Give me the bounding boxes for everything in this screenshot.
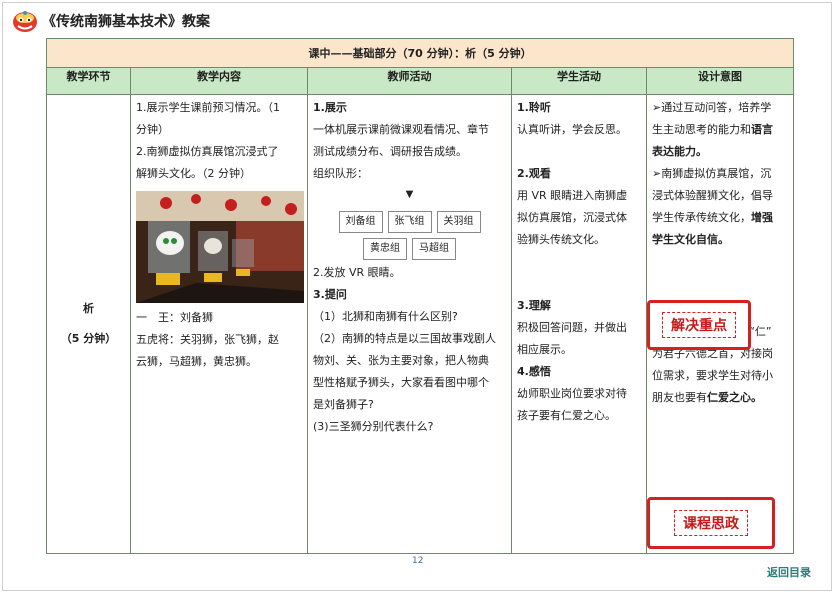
section-banner: 课中——基础部分（70 分钟）：析（5 分钟） [45,38,795,68]
stage-name: 析 [83,302,94,315]
teacher-text-1b: 测试成绩分布、调研报告成绩。 [313,145,467,158]
lion-exhibition-photo [136,191,304,303]
content-five-tigers-line2: 云狮，马超狮，黄忠狮。 [136,355,257,368]
teacher-question-3: (3)三圣狮分别代表什么? [313,420,434,433]
group-box: 关羽组 [436,211,481,233]
content-king-lion: 一 王：刘备狮 [136,311,213,324]
student-text-2a: 用 VR 眼睛进入南狮虚 [517,189,628,202]
student-cell: 1.聆听 认真听讲，学会反思。 2.观看 用 VR 眼睛进入南狮虚 拟仿真展馆，… [511,94,647,554]
design-line: 学生传承传统文化，增强 [652,211,773,224]
student-text-4b: 孩子要有仁爱之心。 [517,409,616,422]
stage-cell: 析 （5 分钟） [46,94,131,554]
content-item1-line1: 1.展示学生课前预习情况。（1 [136,101,280,114]
stage-duration: （5 分钟） [60,332,117,345]
student-text-3a: 积极回答问题，并做出 [517,321,627,334]
student-heading-3: 3.理解 [517,299,551,312]
teacher-question-2b: 物刘、关、张为主要对象，把人物典 [313,354,489,367]
content-cell: 1.展示学生课前预习情况。（1 分钟） 2.南狮虚拟仿真展馆沉浸式了 解狮头文化… [130,94,308,554]
design-line: 朋友也要有仁爱之心。 [652,391,762,404]
content-five-tigers-line1: 五虎将：关羽狮，张飞狮，赵 [136,333,279,346]
group-box: 张飞组 [387,211,432,233]
back-to-contents-link[interactable]: 返回目录 [767,564,811,580]
group-formation: 刘备组 张飞组 关羽组 黄忠组 马超组 [313,211,506,260]
document-title: 《传统南狮基本技术》教案 [42,14,210,30]
content-item2-line2: 解狮头文化。（2 分钟） [136,167,251,180]
ideology-stamp: 课程思政 [647,497,775,549]
design-line: 浸式体验醒狮文化，倡导 [652,189,773,202]
teacher-heading-3: 3.提问 [313,288,347,301]
teacher-vr-step: 2.发放 VR 眼睛。 [313,266,401,279]
student-heading-1: 1.聆听 [517,101,551,114]
down-arrow-icon: ▼ [405,189,414,200]
content-item2-line1: 2.南狮虚拟仿真展馆沉浸式了 [136,145,279,158]
student-text-3b: 相应展示。 [517,343,572,356]
student-heading-2: 2.观看 [517,167,551,180]
teacher-question-1: （1）北狮和南狮有什么区别? [313,310,458,323]
student-text-1: 认真听讲，学会反思。 [517,123,627,136]
lion-head-logo-icon [12,9,38,33]
teacher-cell: 1.展示 一体机展示课前微课观看情况、章节 测试成绩分布、调研报告成绩。 组织队… [307,94,512,554]
design-line: 学生文化自信。 [652,233,729,246]
design-line: ➢通过互动问答，培养学 [652,101,772,114]
key-point-stamp: 解决重点 [647,300,751,350]
student-text-4a: 幼师职业岗位要求对待 [517,387,627,400]
column-header-student: 学生活动 [511,67,647,95]
teacher-formation-label: 组织队形： [313,167,368,180]
column-header-design: 设计意图 [645,67,795,95]
column-header-stage: 教学环节 [46,67,131,95]
teacher-heading-1: 1.展示 [313,101,347,114]
student-text-2b: 拟仿真展馆，沉浸式体 [517,211,627,224]
design-line: 表达能力。 [652,145,707,158]
design-line: 生主动思考的能力和语言 [652,123,773,136]
column-header-teacher: 教师活动 [307,67,512,95]
teacher-question-2d: 是刘备狮子? [313,398,374,411]
group-box: 刘备组 [338,211,383,233]
student-text-2c: 验狮头传统文化。 [517,233,605,246]
teacher-text-1a: 一体机展示课前微课观看情况、章节 [313,123,489,136]
page-header: 《传统南狮基本技术》教案 [12,8,210,34]
page-number: 12 [412,556,424,566]
design-line: 位需求，要求学生对待小 [652,369,773,382]
teacher-question-2a: （2）南狮的特点是以三国故事戏剧人 [313,332,496,345]
lesson-plan-table: 课中——基础部分（70 分钟）：析（5 分钟） 教学环节 教学内容 教师活动 学… [45,38,795,554]
group-box: 黄忠组 [363,238,407,260]
content-item1-line2: 分钟） [136,123,169,136]
teacher-question-2c: 型性格赋予狮头，大家看看图中哪个 [313,376,489,389]
column-header-content: 教学内容 [130,67,308,95]
student-heading-4: 4.感悟 [517,365,551,378]
design-line: ➢南狮虚拟仿真展馆，沉 [652,167,772,180]
group-box: 马超组 [412,238,456,260]
